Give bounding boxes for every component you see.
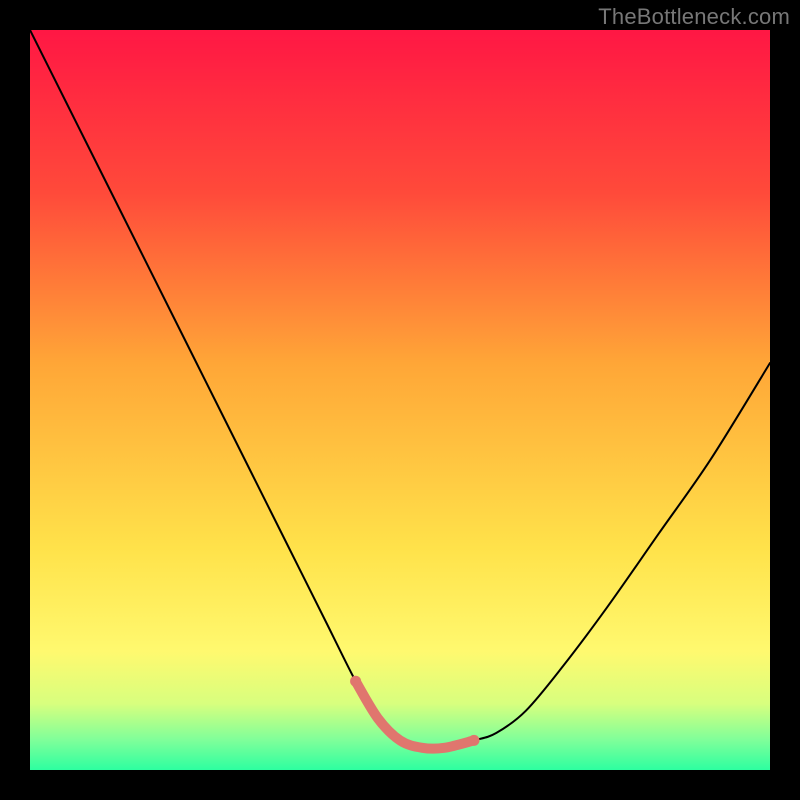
bottleneck-chart xyxy=(30,30,770,770)
highlight-band-endpoint xyxy=(469,735,480,746)
chart-background xyxy=(30,30,770,770)
watermark-label: TheBottleneck.com xyxy=(598,4,790,30)
highlight-band-endpoint xyxy=(350,676,361,687)
chart-frame: TheBottleneck.com xyxy=(0,0,800,800)
